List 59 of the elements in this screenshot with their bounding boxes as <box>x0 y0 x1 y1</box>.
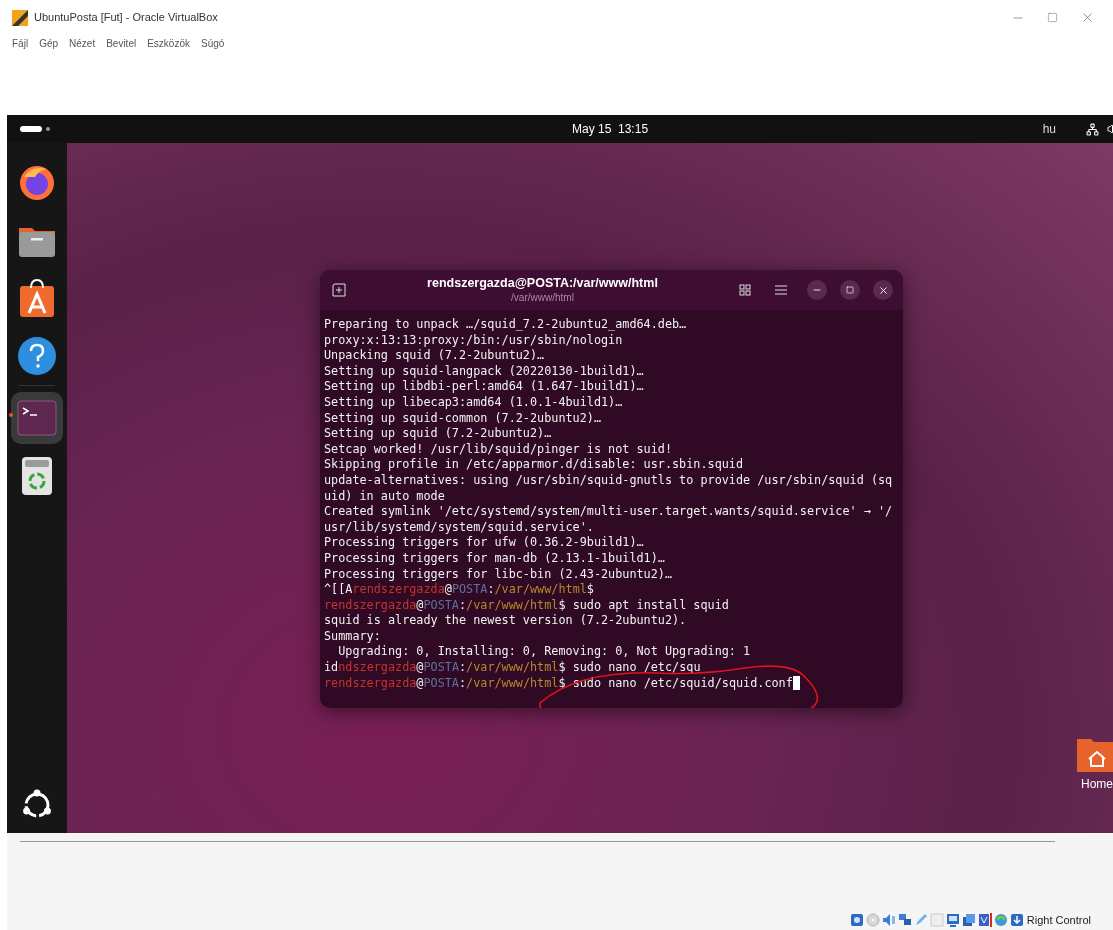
terminal-line: Setting up libecap3:amd64 (1.0.1-4build1)… <box>324 394 623 411</box>
grid-icon[interactable] <box>739 284 751 296</box>
browser-fox-icon <box>18 163 56 201</box>
terminal-line: idndszergazda@POSTA:/var/www/html$ sudo nano /etc/squ <box>324 660 701 676</box>
new-tab-icon[interactable] <box>332 283 346 297</box>
menu-item[interactable]: Nézet <box>69 36 96 51</box>
terminal-line: rendszergazda@POSTA:/var/www/html$ sudo apt install squid <box>324 597 729 614</box>
terminal-line: Setting up squid (7.2-2ubuntu2)… <box>324 426 552 442</box>
trash-icon <box>21 456 53 496</box>
window-title: UbuntuPosta [Fut] - Oracle VirtualBox <box>34 10 218 26</box>
close-button[interactable] <box>873 280 893 300</box>
terminal-line: Skipping profile in /etc/apparmor.d/disable: usr.sbin.squid <box>324 457 744 473</box>
terminal-line: Processing triggers for ufw (0.36.2-9build1)… <box>324 535 644 551</box>
maximize-button[interactable] <box>840 280 860 300</box>
host-key-label: Right Control <box>1026 912 1091 928</box>
terminal-line: usr/lib/systemd/system/squid.service'. <box>324 519 594 536</box>
close-icon <box>877 284 889 296</box>
app-logo-icon <box>12 9 28 26</box>
menu-item[interactable]: Fájl <box>12 36 29 51</box>
shopping-bag-icon <box>19 278 55 318</box>
terminal-line: Unpacking squid (7.2-2ubuntu2)… <box>324 348 545 364</box>
terminal-line: Processing triggers for man-db (2.13.1-1build1)… <box>324 550 665 567</box>
menu-icon[interactable] <box>775 285 787 295</box>
help-icon <box>17 336 57 376</box>
terminal-line: Created symlink '/etc/systemd/system/multi-user.target.wants/squid.service' → '/ <box>324 504 893 520</box>
text-cursor <box>792 676 800 691</box>
terminal-line: Setcap worked! /usr/lib/squid/pinger is not suid! <box>324 441 672 458</box>
terminal-line: uid) in auto mode <box>324 488 445 505</box>
terminal-line: Summary: <box>324 628 381 645</box>
monitor-icon[interactable] <box>945 912 960 927</box>
menu-item[interactable]: Súgó <box>200 36 225 51</box>
menu-item[interactable]: Bevitel <box>106 36 137 51</box>
minimize-button[interactable] <box>807 280 827 300</box>
terminal-line: rendszergazda@POSTA:/var/www/html$ sudo nano /etc/squid/squid.conf <box>324 675 800 692</box>
v-badge-icon[interactable] <box>977 912 992 927</box>
windows-icon[interactable] <box>961 912 976 927</box>
menu-item[interactable]: Eszközök <box>147 36 190 51</box>
menu-item[interactable]: Gép <box>39 36 59 51</box>
maximize-icon <box>846 286 854 294</box>
terminal-line: Setting up libdbi-perl:amd64 (1.647-1build1)… <box>324 379 644 395</box>
terminal-title: rendszergazda@POSTA:/var/www/html <box>427 275 658 292</box>
terminal-line: Upgrading: 0, Installing: 0, Removing: 0, Not Upgrading: 1 <box>337 644 751 661</box>
activities-indicator[interactable] <box>20 126 50 132</box>
terminal-line: ^[[Arendszergazda@POSTA:/var/www/html$ <box>324 582 594 598</box>
keyboard-layout[interactable]: hu <box>1042 120 1056 138</box>
terminal-line: update-alternatives: using /usr/sbin/squid-gnutls to provide /usr/sbin/squid (sq <box>324 472 893 489</box>
desktop-icon-label[interactable]: Home <box>1081 775 1113 793</box>
close-icon[interactable] <box>1080 10 1095 25</box>
terminal-line: Processing triggers for libc-bin (2.43-2ubuntu2)… <box>324 566 672 583</box>
terminal-line: proxy:x:13:13:proxy:/bin:/usr/sbin/nologin <box>324 332 623 349</box>
clock[interactable]: May 15 13:15 <box>572 120 649 138</box>
terminal-line: squid is already the newest version (7.2-2ubuntu2). <box>324 613 687 629</box>
terminal-subtitle: /var/www/html <box>511 291 574 305</box>
terminal-icon <box>17 400 57 436</box>
terminal-line: Preparing to unpack …/squid_7.2-2ubuntu2_amd64.deb… <box>324 317 687 333</box>
terminal-line: Setting up squid-common (7.2-2ubuntu2)… <box>324 410 601 427</box>
network-icon[interactable] <box>1086 122 1099 136</box>
arrows-circle-icon[interactable] <box>993 912 1008 927</box>
terminal-line: Setting up squid-langpack (20220130-1build1)… <box>324 363 644 380</box>
